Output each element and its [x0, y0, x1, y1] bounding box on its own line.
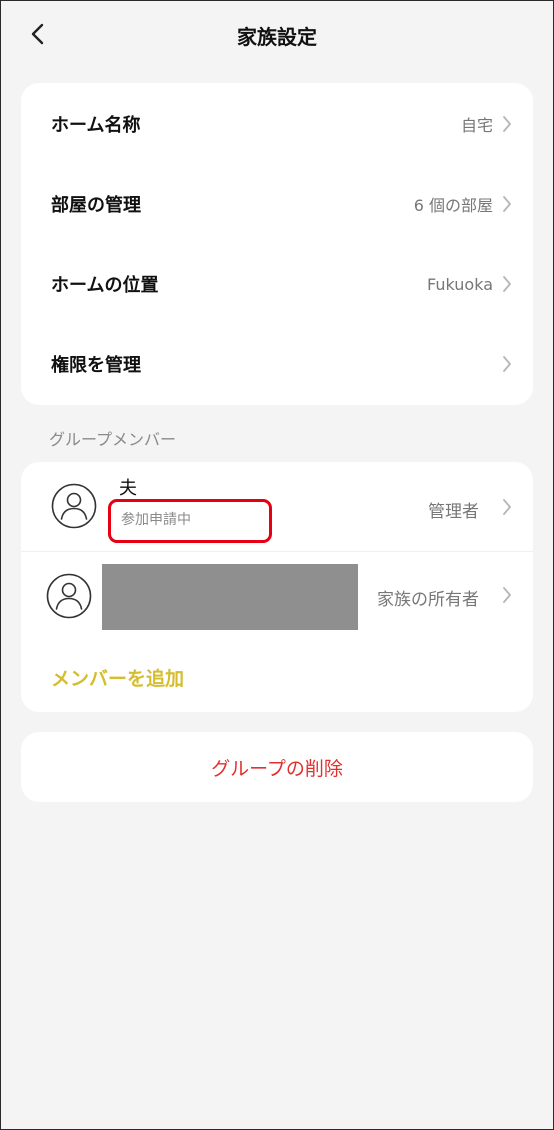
chevron-right-icon [501, 354, 513, 374]
redacted-member-name [102, 564, 358, 630]
delete-group-label: グループの削除 [211, 757, 343, 780]
home-name-row[interactable]: ホーム名称 自宅 [21, 84, 533, 164]
manage-permissions-row[interactable]: 権限を管理 [21, 324, 533, 404]
chevron-right-icon [501, 497, 513, 517]
home-settings-card: ホーム名称 自宅 部屋の管理 6 個の部屋 ホームの位置 Fukuoka 権限を… [21, 83, 533, 405]
group-members-heading: グループメンバー [49, 430, 177, 449]
family-settings-screen: 家族設定 ホーム名称 自宅 部屋の管理 6 個の部屋 ホームの位置 Fukuok… [0, 0, 554, 1130]
room-count-value: 6 個の部屋 [413, 196, 493, 215]
home-location-row[interactable]: ホームの位置 Fukuoka [21, 244, 533, 324]
home-name-value: 自宅 [460, 116, 493, 135]
user-avatar-icon [46, 573, 92, 619]
home-location-value: Fukuoka [427, 274, 493, 294]
chevron-right-icon [501, 114, 513, 134]
room-management-row[interactable]: 部屋の管理 6 個の部屋 [21, 164, 533, 244]
highlight-annotation-box [108, 499, 272, 543]
member-role: 管理者 [428, 502, 479, 522]
delete-group-button[interactable]: グループの削除 [21, 732, 533, 802]
home-location-label: ホームの位置 [51, 275, 159, 296]
member-name: 夫 [119, 478, 137, 499]
page-title: 家族設定 [237, 25, 317, 49]
chevron-right-icon [501, 274, 513, 294]
home-name-label: ホーム名称 [51, 115, 141, 136]
user-avatar-icon [51, 483, 97, 529]
room-management-label: 部屋の管理 [51, 195, 141, 216]
member-row[interactable]: 夫 参加申請中 管理者 [21, 462, 533, 550]
member-role: 家族の所有者 [377, 590, 479, 610]
manage-permissions-label: 権限を管理 [51, 355, 141, 376]
header: 家族設定 [1, 1, 553, 69]
member-row[interactable]: 家族の所有者 [21, 551, 533, 639]
chevron-right-icon [501, 194, 513, 214]
chevron-right-icon [501, 585, 513, 605]
group-members-card: 夫 参加申請中 管理者 家族の所有者 メンバーを追加 [21, 462, 533, 712]
add-member-button[interactable]: メンバーを追加 [51, 664, 184, 691]
